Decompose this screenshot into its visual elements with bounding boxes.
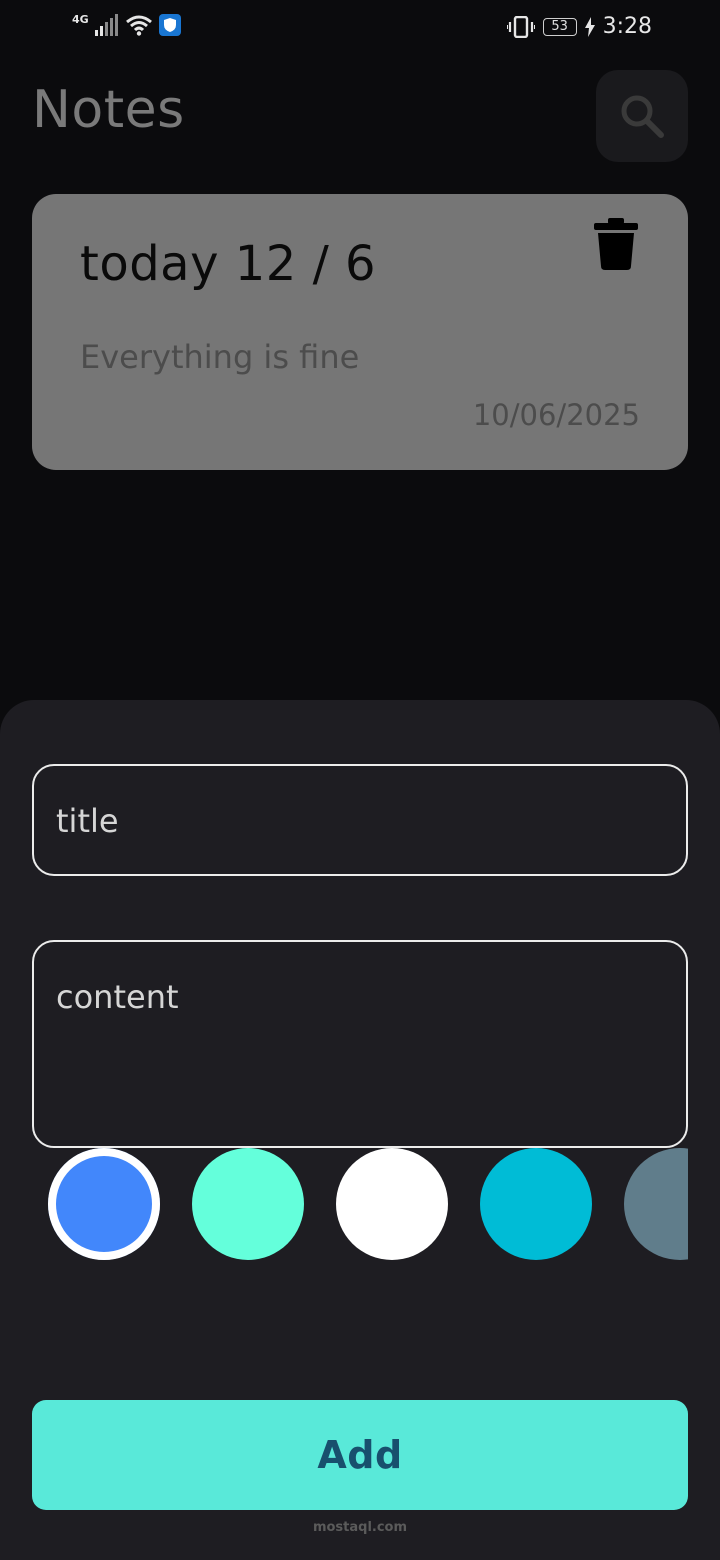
status-left: 4G — [72, 13, 181, 36]
color-swatch-cyan[interactable] — [480, 1148, 592, 1260]
status-right: 53 3:28 — [506, 14, 652, 39]
color-picker — [32, 1148, 688, 1260]
note-title: today 12 / 6 — [80, 236, 377, 292]
note-content: Everything is fine — [80, 338, 360, 376]
add-button-label: Add — [317, 1433, 403, 1477]
vpn-shield-icon — [158, 14, 181, 36]
trash-icon — [594, 218, 638, 270]
content-placeholder: content — [56, 978, 179, 1016]
color-swatch-slate[interactable] — [624, 1148, 688, 1260]
page-title: Notes — [32, 80, 185, 140]
wifi-icon — [125, 15, 152, 36]
battery-indicator: 53 — [542, 17, 577, 36]
note-date: 10/06/2025 — [472, 398, 640, 432]
delete-note-button[interactable] — [594, 218, 638, 270]
color-swatch-white[interactable] — [336, 1148, 448, 1260]
note-card[interactable]: today 12 / 6 Everything is fine 10/06/20… — [32, 194, 688, 470]
status-time: 3:28 — [602, 14, 652, 39]
search-icon — [621, 95, 664, 138]
add-note-sheet: title content Add mostaql.com — [0, 700, 720, 1560]
vibrate-icon — [506, 15, 535, 38]
battery-level: 53 — [551, 19, 568, 34]
title-input[interactable]: title — [32, 764, 688, 876]
search-button[interactable] — [596, 70, 688, 162]
network-type: 4G — [72, 13, 89, 26]
title-placeholder: title — [56, 802, 119, 840]
status-bar: 4G 53 3:28 — [0, 0, 720, 56]
add-button[interactable]: Add — [32, 1400, 688, 1510]
color-swatch-blue[interactable] — [48, 1148, 160, 1260]
watermark: mostaql.com — [312, 1520, 408, 1535]
content-input[interactable]: content — [32, 940, 688, 1148]
charging-icon — [584, 16, 595, 37]
signal-icon — [94, 14, 118, 36]
color-swatch-mint[interactable] — [192, 1148, 304, 1260]
